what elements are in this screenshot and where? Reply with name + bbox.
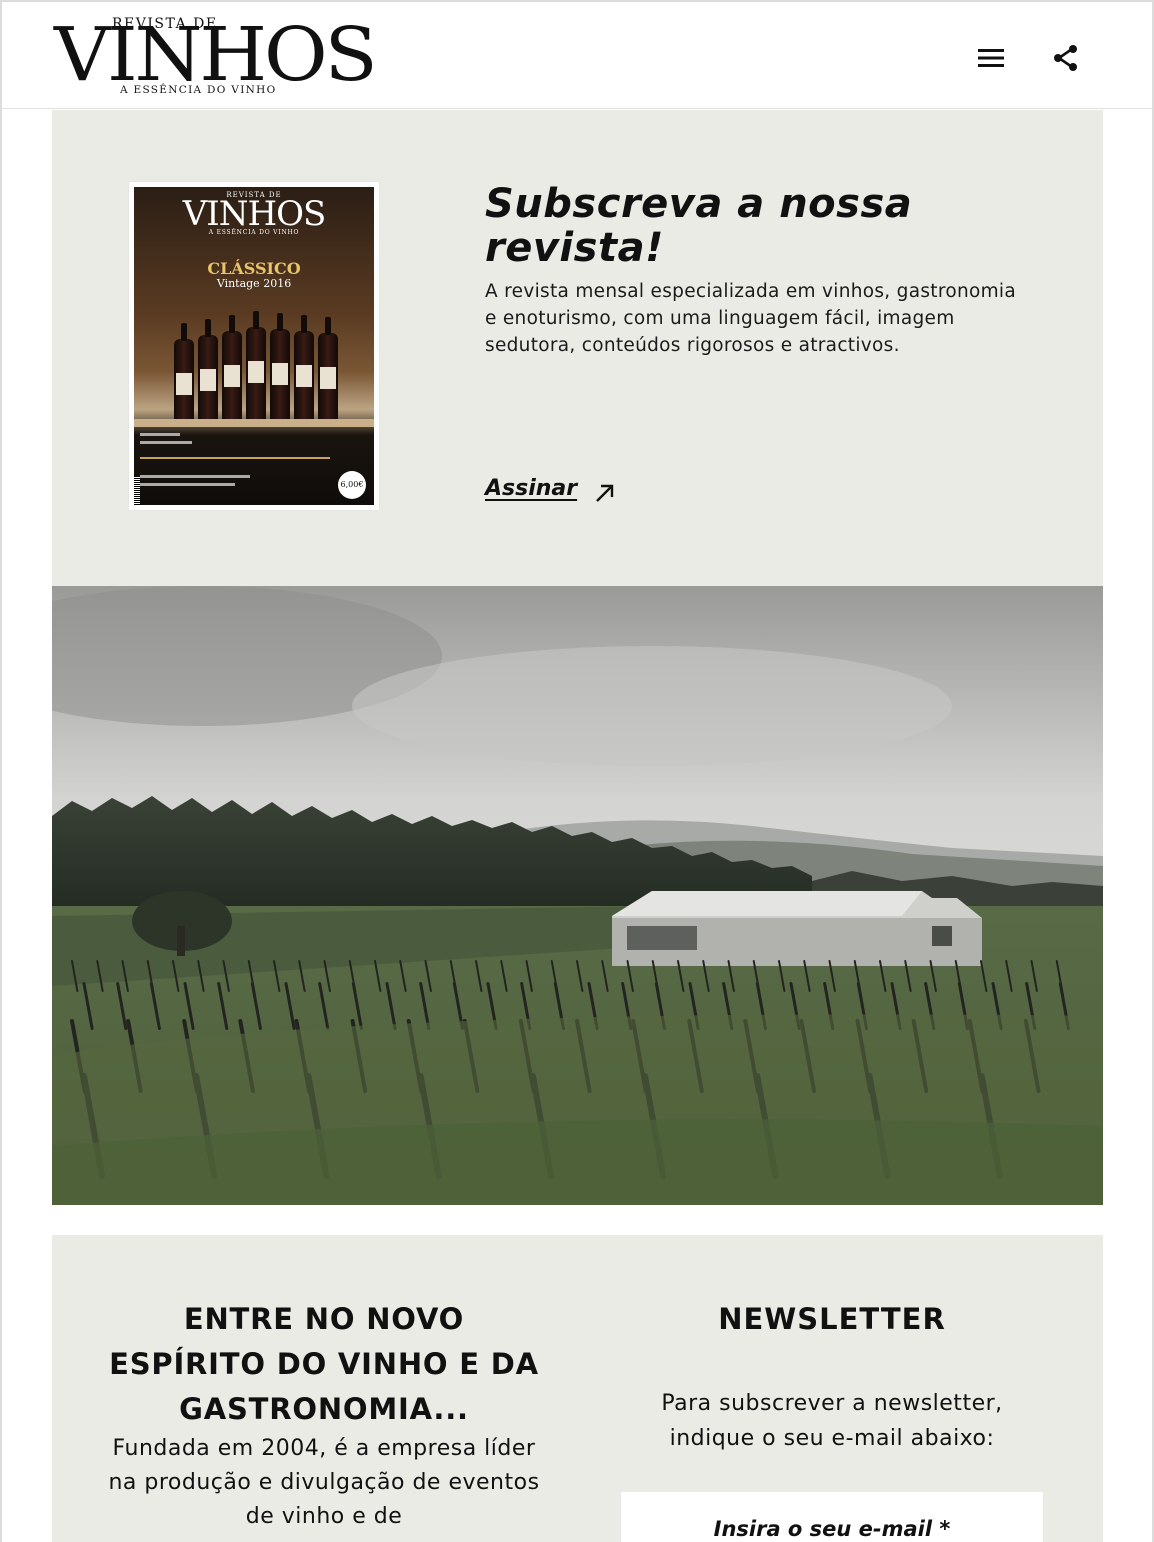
- cover-logo-tagline: A ESSÊNCIA DO VINHO: [208, 229, 300, 236]
- vineyard-photo: [52, 586, 1103, 1205]
- newsletter-heading: NEWSLETTER: [718, 1302, 946, 1336]
- subscribe-description: A revista mensal especializada em vinhos…: [485, 281, 1016, 356]
- magazine-cover-image: REVISTA DE VINHOS A ESSÊNCIA DO VINHO CL…: [134, 187, 374, 505]
- logo-main-text: VINHOS: [54, 12, 378, 98]
- cover-footer: [140, 427, 368, 497]
- cover-logo: REVISTA DE VINHOS A ESSÊNCIA DO VINHO: [134, 191, 374, 236]
- cover-table: [134, 419, 374, 427]
- subscribe-title: Subscreva a nossa revista!: [485, 181, 913, 271]
- site-logo[interactable]: REVISTA DE VINHOS A ESSÊNCIA DO VINHO: [54, 14, 378, 102]
- site-header: REVISTA DE VINHOS A ESSÊNCIA DO VINHO: [2, 2, 1152, 109]
- info-section: ENTRE NO NOVO ESPÍRITO DO VINHO E DA GAS…: [52, 1235, 1103, 1542]
- cover-logo-main: VINHOS: [182, 194, 327, 234]
- about-text: Fundada em 2004, é a empresa líder na pr…: [108, 1436, 540, 1529]
- magazine-cover[interactable]: REVISTA DE VINHOS A ESSÊNCIA DO VINHO CL…: [129, 182, 379, 510]
- menu-icon[interactable]: [975, 42, 1007, 74]
- about-heading: ENTRE NO NOVO ESPÍRITO DO VINHO E DA GAS…: [109, 1302, 539, 1426]
- email-input[interactable]: [621, 1492, 1043, 1542]
- logo-tagline: A ESSÊNCIA DO VINHO: [120, 84, 277, 96]
- cover-price: 6,00€: [338, 471, 366, 499]
- share-icon[interactable]: [1050, 42, 1082, 74]
- subscribe-link[interactable]: Assinar: [485, 476, 577, 501]
- arrow-up-right-icon[interactable]: [593, 481, 617, 505]
- cover-barcode: [134, 477, 140, 505]
- subscribe-section: REVISTA DE VINHOS A ESSÊNCIA DO VINHO CL…: [52, 110, 1103, 586]
- cover-headline: CLÁSSICO: [207, 259, 301, 278]
- cover-bottles: [172, 311, 342, 425]
- newsletter-text: Para subscrever a newsletter, indique o …: [661, 1391, 1003, 1451]
- cover-subheadline: Vintage 2016: [216, 277, 292, 290]
